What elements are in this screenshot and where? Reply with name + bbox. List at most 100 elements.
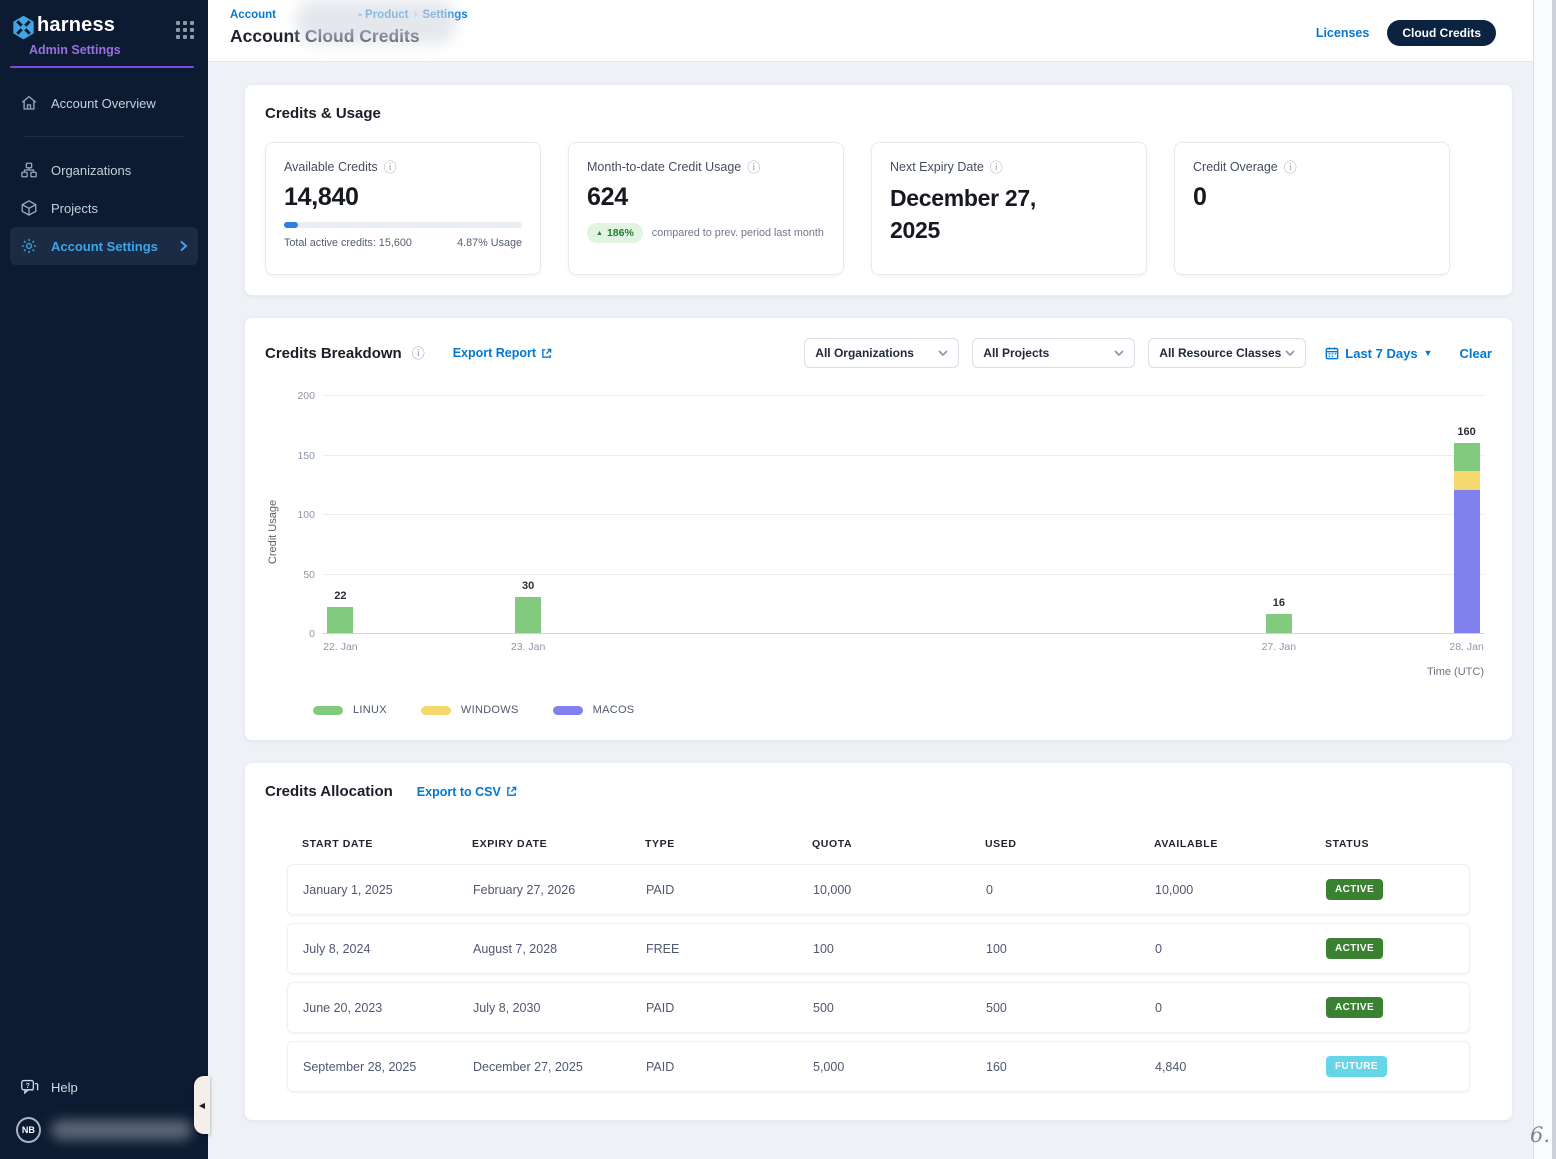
mtd-usage-card: Month-to-date Credit Usage ⓘ 624 ▲186% c… bbox=[568, 142, 844, 275]
vertical-scrollbar[interactable] bbox=[1533, 0, 1556, 1159]
credit-overage-value: 0 bbox=[1193, 183, 1431, 212]
sidebar-item-label: Account Overview bbox=[51, 96, 156, 111]
next-expiry-card: Next Expiry Date ⓘ December 27, 2025 bbox=[871, 142, 1147, 275]
usage-progress-fill bbox=[284, 222, 298, 228]
sidebar-item-account-settings[interactable]: Account Settings bbox=[10, 227, 198, 265]
usage-progress-bar bbox=[284, 222, 522, 228]
up-triangle-icon: ▲ bbox=[596, 230, 603, 237]
help-chat-icon: ? bbox=[20, 1079, 39, 1096]
projects-filter[interactable]: All Projects bbox=[972, 338, 1135, 368]
sidebar: harness Admin Settings Account Overview bbox=[0, 0, 208, 1159]
brand-name: harness bbox=[37, 12, 115, 39]
breadcrumb-settings-link[interactable]: Settings bbox=[422, 9, 467, 21]
info-icon[interactable]: ⓘ bbox=[384, 161, 397, 174]
organizations-filter[interactable]: All Organizations bbox=[804, 338, 959, 368]
allocation-table: START DATE EXPIRY DATE TYPE QUOTA USED A… bbox=[287, 838, 1470, 1092]
resource-classes-filter[interactable]: All Resource Classes bbox=[1148, 338, 1306, 368]
status-badge: FUTURE bbox=[1326, 1056, 1387, 1077]
usage-percent: 4.87% Usage bbox=[457, 237, 522, 249]
breadcrumb-product-link[interactable]: - Product bbox=[358, 9, 408, 21]
stat-label: Next Expiry Date bbox=[890, 160, 984, 174]
breadcrumb: Account - Product › Settings bbox=[230, 9, 468, 21]
cloud-credits-button[interactable]: Cloud Credits bbox=[1387, 20, 1496, 46]
chart-plot-area: 0501001502002222. Jan3023. Jan1627. Jan1… bbox=[323, 396, 1484, 634]
external-link-icon bbox=[506, 786, 517, 797]
table-row[interactable]: July 8, 2024August 7, 2028FREE1001000 AC… bbox=[287, 923, 1470, 974]
app-window: harness Admin Settings Account Overview bbox=[0, 0, 1556, 1159]
apps-grid-icon[interactable] bbox=[176, 21, 194, 39]
status-badge: ACTIVE bbox=[1326, 879, 1383, 900]
licenses-link[interactable]: Licenses bbox=[1316, 26, 1370, 40]
macos-swatch bbox=[553, 706, 583, 715]
date-range-picker[interactable]: Last 7 Days ▼ bbox=[1325, 346, 1432, 361]
sidebar-item-label: Organizations bbox=[51, 163, 131, 178]
col-used: USED bbox=[985, 838, 1154, 850]
calendar-icon bbox=[1325, 346, 1339, 360]
external-link-icon bbox=[541, 348, 552, 359]
available-credits-card: Available Credits ⓘ 14,840 Total active … bbox=[265, 142, 541, 275]
page-title: Account Cloud Credits bbox=[230, 26, 468, 47]
help-button[interactable]: ? Help bbox=[10, 1069, 198, 1105]
breadcrumb-account-link[interactable]: Account bbox=[230, 9, 276, 21]
user-row[interactable]: NB bbox=[10, 1105, 198, 1149]
sidebar-item-label: Account Settings bbox=[51, 239, 158, 254]
gear-icon bbox=[20, 237, 38, 255]
avatar[interactable]: NB bbox=[16, 1117, 41, 1143]
sidebar-item-projects[interactable]: Projects bbox=[10, 189, 198, 227]
table-row[interactable]: September 28, 2025December 27, 2025PAID5… bbox=[287, 1041, 1470, 1092]
legend-item-windows[interactable]: WINDOWS bbox=[421, 704, 519, 716]
linux-swatch bbox=[313, 706, 343, 715]
sidebar-item-account-overview[interactable]: Account Overview bbox=[10, 84, 198, 122]
table-row[interactable]: June 20, 2023July 8, 2030PAID5005000 ACT… bbox=[287, 982, 1470, 1033]
sidebar-item-organizations[interactable]: Organizations bbox=[10, 151, 198, 189]
table-row[interactable]: January 1, 2025February 27, 2026PAID10,0… bbox=[287, 864, 1470, 915]
credit-overage-card: Credit Overage ⓘ 0 bbox=[1174, 142, 1450, 275]
info-icon[interactable]: ⓘ bbox=[412, 347, 425, 360]
sidebar-footer: ? Help NB bbox=[0, 1069, 208, 1159]
module-subtitle: Admin Settings bbox=[29, 43, 194, 57]
credits-allocation-title: Credits Allocation bbox=[265, 783, 393, 800]
windows-swatch bbox=[421, 706, 451, 715]
info-icon[interactable]: ⓘ bbox=[747, 161, 760, 174]
info-icon[interactable]: ⓘ bbox=[990, 161, 1003, 174]
mtd-usage-value: 624 bbox=[587, 183, 825, 212]
delta-badge: ▲186% bbox=[587, 223, 643, 243]
chevron-down-icon bbox=[938, 350, 948, 356]
legend-item-macos[interactable]: MACOS bbox=[553, 704, 635, 716]
col-start-date: START DATE bbox=[302, 838, 472, 850]
main-area: Account - Product › Settings Account Clo… bbox=[208, 0, 1556, 1159]
chart-bar[interactable] bbox=[515, 395, 541, 633]
table-header-row: START DATE EXPIRY DATE TYPE QUOTA USED A… bbox=[287, 838, 1470, 850]
export-report-link[interactable]: Export Report bbox=[453, 346, 552, 360]
info-icon[interactable]: ⓘ bbox=[1284, 161, 1297, 174]
available-credits-value: 14,840 bbox=[284, 183, 522, 212]
chevron-down-icon bbox=[1285, 350, 1295, 356]
chevron-right-icon bbox=[179, 240, 188, 252]
col-status: STATUS bbox=[1325, 838, 1470, 850]
col-type: TYPE bbox=[645, 838, 812, 850]
help-label: Help bbox=[51, 1080, 78, 1095]
stat-label: Available Credits bbox=[284, 160, 378, 174]
svg-text:?: ? bbox=[26, 1082, 30, 1089]
stat-label: Credit Overage bbox=[1193, 160, 1278, 174]
organizations-icon bbox=[20, 161, 38, 179]
sidebar-collapse-handle[interactable]: ◀ bbox=[194, 1076, 210, 1134]
harness-logo-icon bbox=[10, 12, 37, 41]
page-header: Account - Product › Settings Account Clo… bbox=[208, 0, 1556, 62]
col-quota: QUOTA bbox=[812, 838, 985, 850]
nav-divider bbox=[24, 136, 184, 137]
col-expiry-date: EXPIRY DATE bbox=[472, 838, 645, 850]
chart-y-axis-label: Credit Usage bbox=[267, 500, 279, 564]
credits-breakdown-panel: Credits Breakdown ⓘ Export Report All Or… bbox=[244, 317, 1513, 741]
sidebar-nav: Account Overview Organizations Projects bbox=[0, 84, 208, 265]
export-csv-link[interactable]: Export to CSV bbox=[417, 785, 517, 799]
clear-filters-link[interactable]: Clear bbox=[1459, 346, 1492, 361]
stat-label: Month-to-date Credit Usage bbox=[587, 160, 741, 174]
breadcrumb-separator: › bbox=[413, 9, 417, 21]
legend-item-linux[interactable]: LINUX bbox=[313, 704, 387, 716]
brand-underline bbox=[10, 66, 194, 68]
handwritten-mark: 6. bbox=[1530, 1123, 1550, 1147]
credits-usage-panel: Credits & Usage Available Credits ⓘ 14,8… bbox=[244, 84, 1513, 296]
col-available: AVAILABLE bbox=[1154, 838, 1325, 850]
chart-legend: LINUX WINDOWS MACOS bbox=[313, 704, 1492, 716]
